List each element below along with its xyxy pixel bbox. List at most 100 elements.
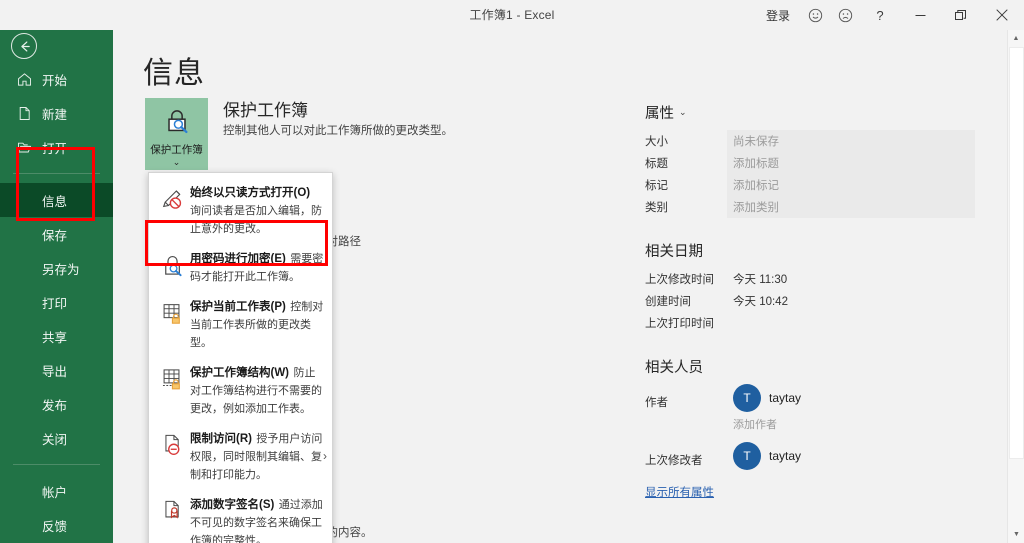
scroll-up-arrow-icon[interactable]: ▲ [1008, 30, 1024, 47]
workbook-lock-icon [158, 364, 188, 394]
sidebar-item-account[interactable]: 帐户 [0, 474, 113, 508]
menu-item-description: 询问读者是否加入编辑，防止意外的更改。 [190, 205, 322, 235]
sidebar-item-print[interactable]: 打印 [0, 285, 113, 319]
menu-item-always-open-readonly[interactable]: 始终以只读方式打开(O) 询问读者是否加入编辑，防止意外的更改。 [149, 177, 332, 243]
minimize-button[interactable] [900, 0, 940, 30]
menu-item-title: 保护当前工作表(P) [190, 301, 286, 313]
menu-item-protect-current-sheet[interactable]: 保护当前工作表(P) 控制对当前工作表所做的更改类型。 [149, 291, 332, 357]
sidebar-item-open[interactable]: 打开 [0, 130, 113, 164]
sidebar-item-label: 导出 [42, 364, 68, 379]
protect-workbook-header: 保护工作簿 控制其他人可以对此工作簿所做的更改类型。 [223, 100, 453, 139]
sidebar-item-label: 反馈 [42, 519, 68, 534]
sidebar-divider-top [13, 173, 100, 174]
sidebar-item-publish[interactable]: 发布 [0, 387, 113, 421]
related-people-heading: 相关人员 [645, 360, 703, 376]
sidebar-item-label: 共享 [42, 330, 68, 345]
excel-backstage-window: 工作簿1 - Excel 登录 ? 开始 新建 打开 信息 保存 另存为 打印 … [0, 0, 1024, 543]
properties-heading[interactable]: 属性 ⌄ [645, 102, 975, 123]
home-icon [15, 70, 33, 88]
scrollbar-thumb[interactable] [1009, 47, 1024, 459]
add-author-button[interactable]: 添加作者 [733, 416, 975, 432]
title-bar: 工作簿1 - Excel 登录 ? [0, 0, 1024, 30]
menu-item-add-digital-signature[interactable]: 添加数字签名(S) 通过添加不可见的数字签名来确保工作簿的完整性。 [149, 489, 332, 543]
smiley-icon[interactable] [800, 0, 830, 30]
property-row-title[interactable]: 标题 添加标题 [645, 152, 975, 174]
close-button[interactable] [980, 0, 1024, 30]
chevron-down-icon: ⌄ [172, 157, 181, 167]
open-folder-icon [15, 138, 33, 156]
menu-item-title: 添加数字签名(S) [190, 499, 275, 511]
protect-workbook-heading: 保护工作簿 [223, 101, 308, 120]
author-key: 作者 [645, 397, 668, 409]
property-value[interactable]: 添加标题 [727, 152, 975, 174]
date-value: 今天 10:42 [733, 296, 788, 308]
menu-item-text: 添加数字签名(S) 通过添加不可见的数字签名来确保工作簿的完整性。 [188, 495, 324, 543]
property-key: 类别 [645, 202, 668, 214]
frowny-icon[interactable] [830, 0, 860, 30]
avatar: T [733, 384, 761, 412]
scroll-down-arrow-icon[interactable]: ▼ [1008, 526, 1024, 543]
menu-item-text: 限制访问(R) 授予用户访问权限，同时限制其编辑、复制和打印能力。 [188, 429, 324, 483]
sidebar-item-feedback[interactable]: 反馈 [0, 508, 113, 542]
sidebar-item-label: 打印 [42, 296, 68, 311]
padlock-key-icon [158, 250, 188, 280]
lock-magnifier-icon [162, 107, 192, 142]
date-value: 今天 11:30 [733, 274, 788, 286]
sidebar-item-save[interactable]: 保存 [0, 217, 113, 251]
sidebar-item-label: 打开 [42, 141, 68, 156]
sidebar-item-list: 开始 新建 打开 信息 保存 另存为 打印 共享 导出 发布 关闭 帐户 反馈 [0, 62, 113, 543]
property-row-tags[interactable]: 标记 添加标记 [645, 174, 975, 196]
menu-item-text: 始终以只读方式打开(O) 询问读者是否加入编辑，防止意外的更改。 [188, 183, 324, 237]
property-value[interactable]: 添加类别 [727, 196, 975, 218]
sidebar-item-label: 新建 [42, 107, 68, 122]
backstage-sidebar: 开始 新建 打开 信息 保存 另存为 打印 共享 导出 发布 关闭 帐户 反馈 [0, 0, 113, 543]
menu-item-encrypt-with-password[interactable]: 用密码进行加密(E) 需要密码才能打开此工作簿。 [149, 243, 332, 291]
menu-item-text: 用密码进行加密(E) 需要密码才能打开此工作簿。 [188, 249, 324, 285]
avatar: T [733, 442, 761, 470]
protect-workbook-button[interactable]: 保护工作簿 ⌄ [145, 98, 208, 170]
date-key: 创建时间 [645, 296, 691, 308]
property-key: 标记 [645, 180, 668, 192]
menu-item-restrict-access[interactable]: 限制访问(R) 授予用户访问权限，同时限制其编辑、复制和打印能力。 › [149, 423, 332, 489]
sidebar-divider-bottom [13, 464, 100, 465]
sidebar-item-export[interactable]: 导出 [0, 353, 113, 387]
show-all-properties-link[interactable]: 显示所有属性 [645, 484, 714, 500]
pencil-noedit-icon [158, 184, 188, 214]
protect-workbook-tile-label: 保护工作簿 [150, 144, 203, 156]
sidebar-item-save-as[interactable]: 另存为 [0, 251, 113, 285]
sidebar-item-new[interactable]: 新建 [0, 96, 113, 130]
chevron-down-icon: ⌄ [679, 107, 687, 117]
sidebar-item-share[interactable]: 共享 [0, 319, 113, 353]
vertical-scrollbar[interactable]: ▲ ▼ [1007, 30, 1024, 543]
property-row-category[interactable]: 类别 添加类别 [645, 196, 975, 218]
page-title: 信息 [143, 57, 205, 90]
help-button[interactable]: ? [860, 0, 900, 30]
back-arrow-icon[interactable] [11, 33, 37, 59]
property-value[interactable]: 添加标记 [727, 174, 975, 196]
restore-button[interactable] [940, 0, 980, 30]
date-key: 上次修改时间 [645, 274, 714, 286]
property-row-size[interactable]: 大小 尚未保存 [645, 130, 975, 152]
menu-item-protect-workbook-structure[interactable]: 保护工作簿结构(W) 防止对工作簿结构进行不需要的更改，例如添加工作表。 [149, 357, 332, 423]
sidebar-item-home[interactable]: 开始 [0, 62, 113, 96]
sheet-lock-icon [158, 298, 188, 328]
modifier-key: 上次修改者 [645, 455, 703, 467]
restrict-access-icon [158, 430, 188, 460]
sidebar-item-info[interactable]: 信息 [0, 183, 113, 217]
sidebar-item-label: 发布 [42, 398, 68, 413]
property-value[interactable]: 尚未保存 [727, 130, 975, 152]
sign-in-button[interactable]: 登录 [756, 0, 800, 30]
properties-heading-label: 属性 [645, 106, 674, 122]
date-row-created: 创建时间 今天 10:42 [645, 290, 975, 312]
author-row: 作者 T taytay [645, 384, 975, 412]
sidebar-item-label: 另存为 [42, 262, 80, 277]
title-bar-controls: 登录 ? [756, 0, 1024, 30]
protect-workbook-description: 控制其他人可以对此工作簿所做的更改类型。 [223, 125, 453, 137]
related-dates-heading: 相关日期 [645, 244, 703, 260]
date-row-printed: 上次打印时间 [645, 312, 975, 334]
properties-panel: 属性 ⌄ 大小 尚未保存 标题 添加标题 标记 添加标记 类别 添加类别 相关日… [645, 102, 975, 501]
modifier-name: taytay [769, 449, 802, 463]
sidebar-item-close[interactable]: 关闭 [0, 421, 113, 455]
author-name: taytay [769, 391, 802, 405]
sidebar-item-label: 信息 [42, 194, 68, 209]
